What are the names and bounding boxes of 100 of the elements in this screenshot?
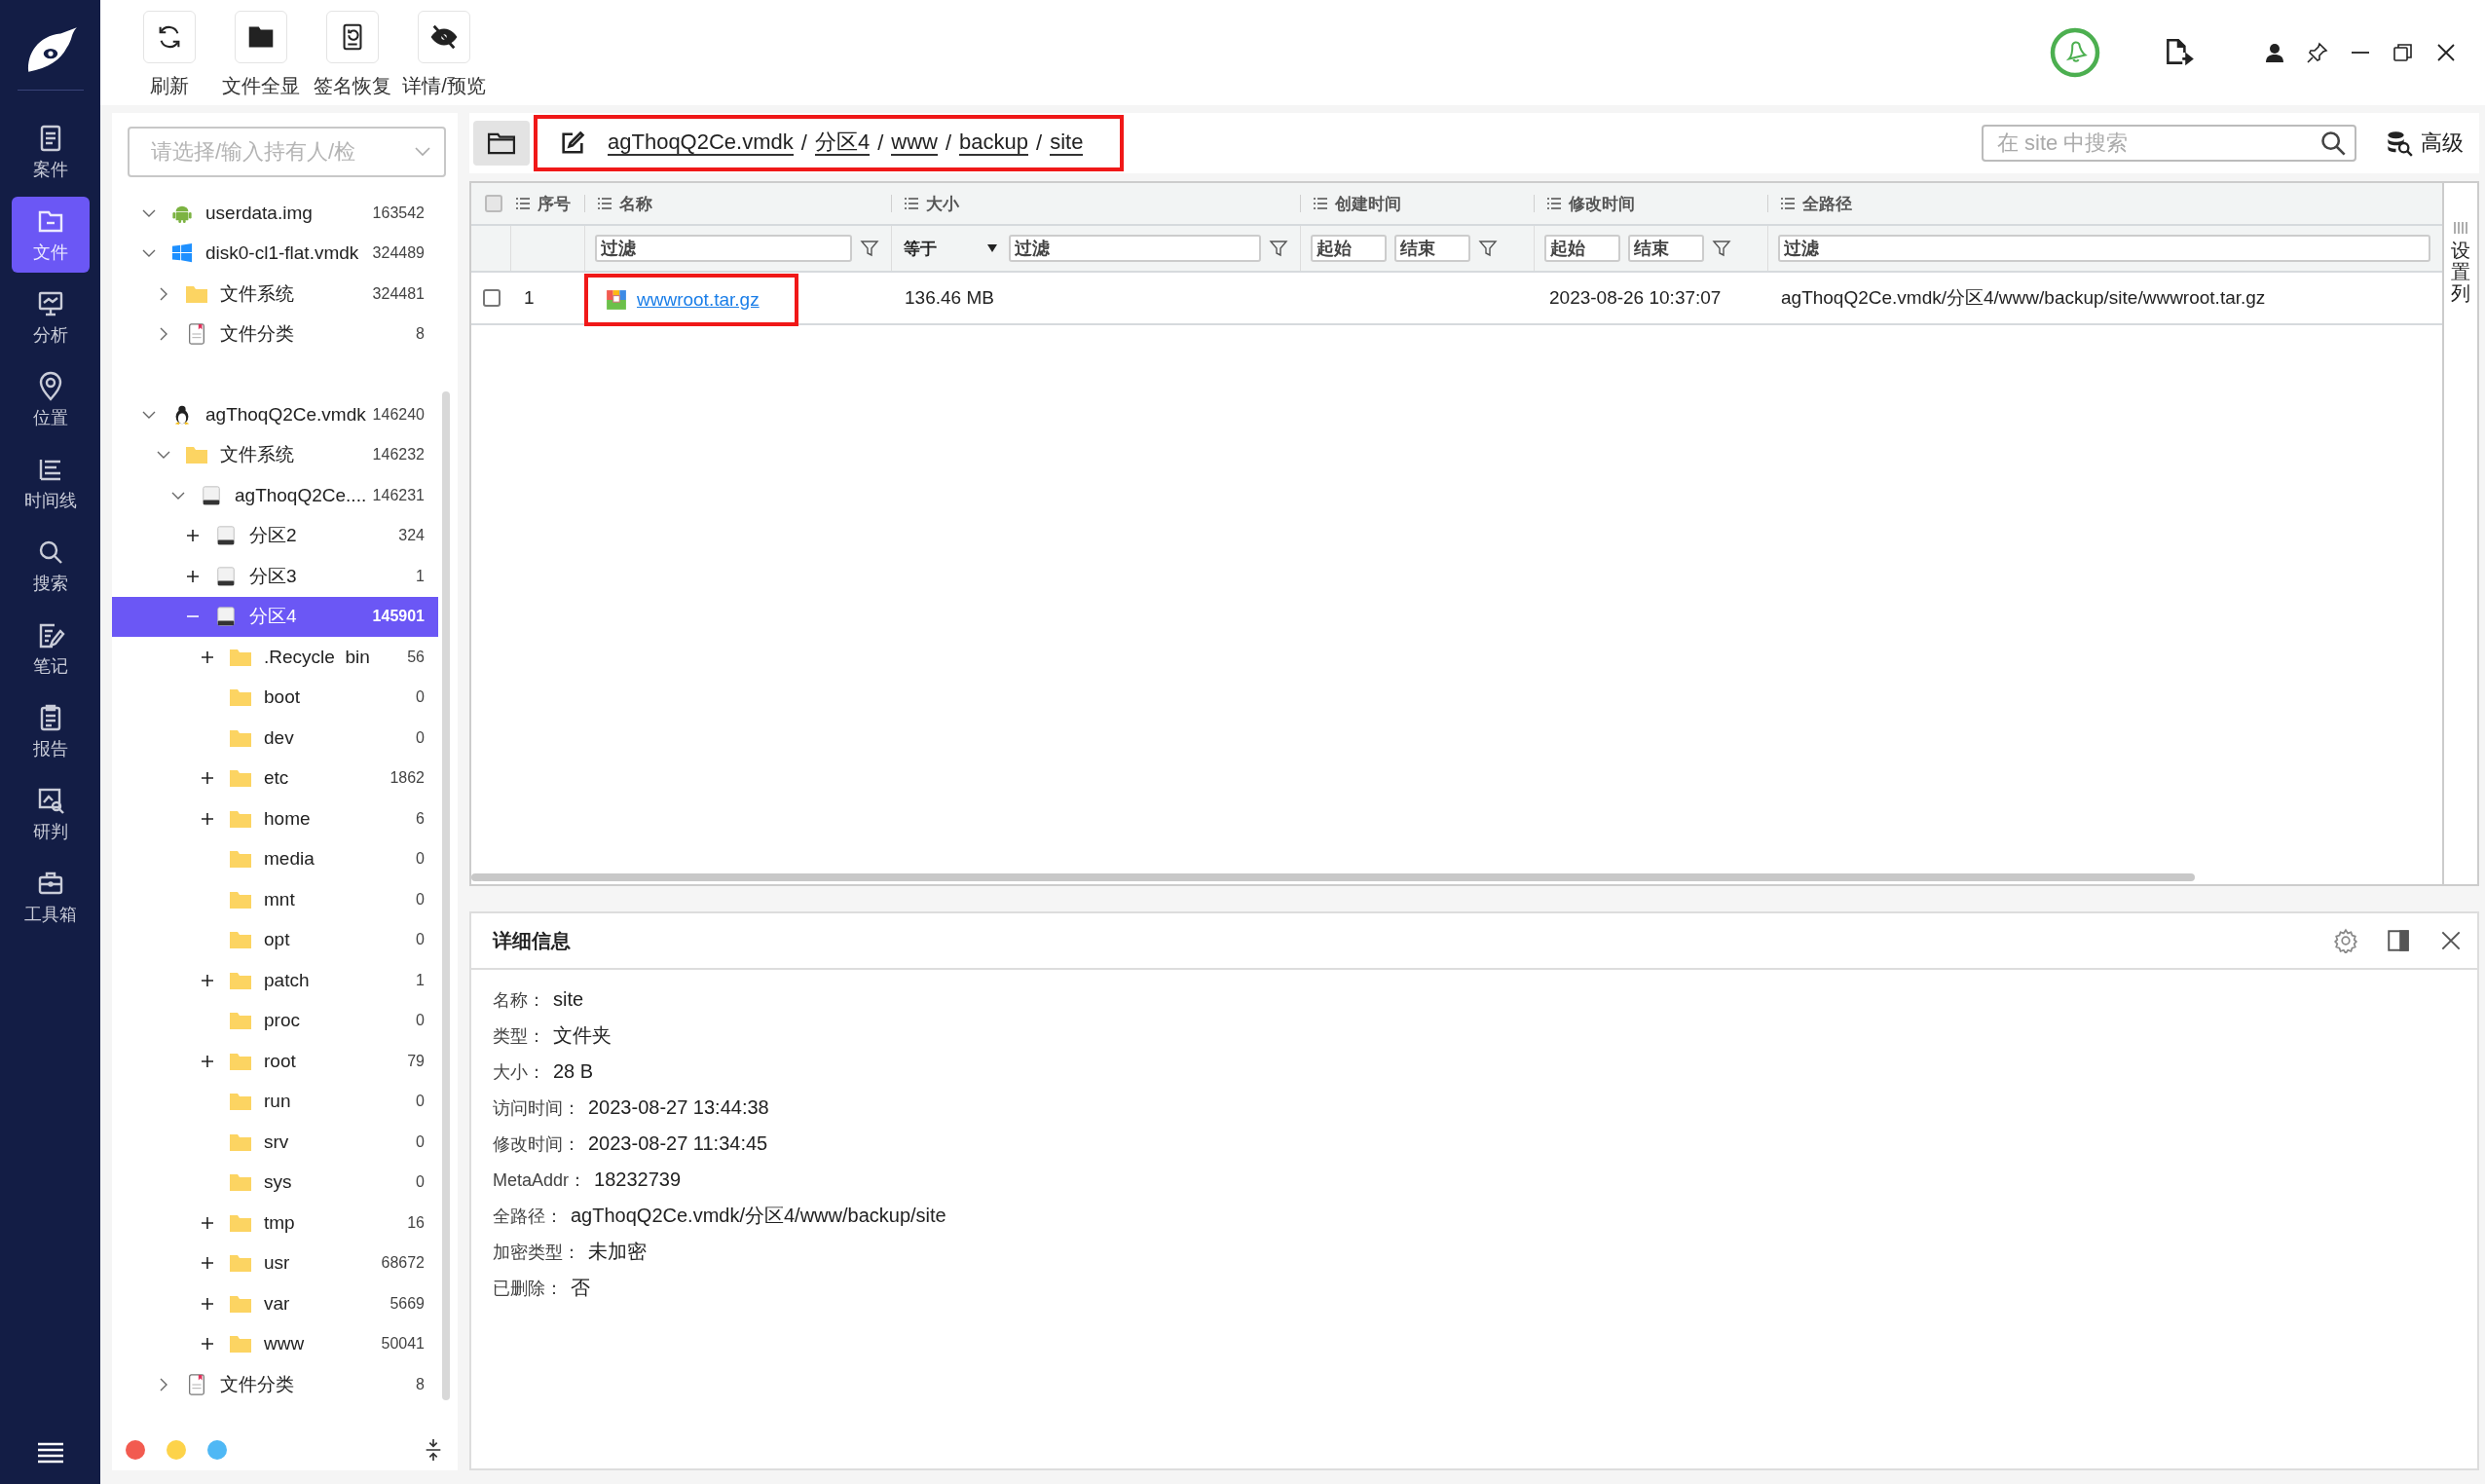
plus-icon[interactable] bbox=[200, 1295, 215, 1312]
tree-node[interactable]: patch 1 bbox=[112, 960, 438, 1001]
plus-icon[interactable] bbox=[200, 972, 215, 988]
tree-node[interactable]: www 50041 bbox=[112, 1323, 438, 1364]
tree-node[interactable]: dev 0 bbox=[112, 718, 438, 759]
nav-item[interactable]: 搜索 bbox=[11, 528, 90, 604]
search-field[interactable]: 在 site 中搜索 bbox=[1982, 125, 2356, 162]
tree-node[interactable]: srv 0 bbox=[112, 1122, 438, 1163]
filter-icon[interactable] bbox=[860, 239, 879, 258]
toolbar-button[interactable]: 刷新 bbox=[128, 0, 211, 99]
date-field[interactable]: 结束 bbox=[1394, 235, 1470, 262]
nav-item[interactable]: 案件 bbox=[11, 114, 90, 190]
breadcrumb-link[interactable]: backup bbox=[959, 130, 1028, 157]
plus-icon[interactable] bbox=[185, 528, 201, 544]
plus-icon[interactable] bbox=[185, 568, 201, 584]
settings-icon[interactable] bbox=[2333, 928, 2358, 953]
menu-icon[interactable] bbox=[35, 1441, 65, 1465]
tree-node[interactable]: home 6 bbox=[112, 798, 438, 839]
nav-item[interactable]: 位置 bbox=[11, 362, 90, 438]
tree-node[interactable]: 分区4 145901 bbox=[112, 596, 438, 637]
tree-node[interactable]: tmp 16 bbox=[112, 1203, 438, 1243]
tree-node[interactable]: userdata.img 163542 bbox=[112, 193, 438, 234]
operator-dropdown[interactable]: 等于 bbox=[902, 237, 1001, 260]
breadcrumb-link[interactable]: www bbox=[891, 130, 938, 157]
tree-node[interactable]: 文件系统 146232 bbox=[112, 434, 438, 475]
tree-node[interactable]: root 79 bbox=[112, 1041, 438, 1082]
edit-icon[interactable] bbox=[559, 130, 586, 157]
side-panel-icon[interactable] bbox=[2386, 928, 2411, 953]
toolbar-button[interactable]: 文件全显 bbox=[219, 0, 303, 99]
tree-node[interactable]: usr 68672 bbox=[112, 1243, 438, 1283]
plus-icon[interactable] bbox=[200, 649, 215, 665]
filter-icon[interactable] bbox=[1269, 239, 1288, 258]
scrollbar-thumb[interactable] bbox=[442, 391, 450, 1400]
date-field[interactable]: 结束 bbox=[1628, 235, 1704, 262]
toolbar-button[interactable]: 详情/预览 bbox=[402, 0, 486, 99]
pin-icon[interactable] bbox=[2306, 41, 2329, 64]
nav-item[interactable]: 报告 bbox=[11, 693, 90, 769]
tree-node[interactable]: .Recycle bin 56 bbox=[112, 637, 438, 678]
tree-node[interactable]: disk0-cl1-flat.vmdk 324489 bbox=[112, 233, 438, 274]
plus-icon[interactable] bbox=[200, 810, 215, 827]
column-header[interactable]: 全路径 bbox=[1767, 183, 2442, 224]
column-header[interactable]: 创建时间 bbox=[1300, 183, 1534, 224]
tree-node[interactable]: 文件分类 8 bbox=[112, 314, 438, 354]
nav-item[interactable]: 分析 bbox=[11, 279, 90, 355]
checkbox[interactable] bbox=[483, 289, 501, 307]
tree-node[interactable]: opt 0 bbox=[112, 919, 438, 960]
advanced-search-button[interactable]: 高级 bbox=[2380, 128, 2469, 159]
tag-dot[interactable] bbox=[207, 1440, 227, 1460]
search-icon[interactable] bbox=[2319, 130, 2347, 157]
column-settings-tab[interactable]: 设置列 bbox=[2442, 183, 2477, 884]
tree-node[interactable]: agThoqQ2Ce.... 146231 bbox=[112, 475, 438, 516]
user-icon[interactable] bbox=[2263, 41, 2286, 64]
breadcrumb-link[interactable]: agThoqQ2Ce.vmdk bbox=[608, 130, 794, 157]
plus-icon[interactable] bbox=[200, 1214, 215, 1231]
tree-node[interactable]: 分区2 324 bbox=[112, 515, 438, 556]
tree-node[interactable]: etc 1862 bbox=[112, 758, 438, 798]
column-header[interactable]: 名称 bbox=[584, 183, 891, 224]
breadcrumb-link[interactable]: site bbox=[1050, 130, 1084, 157]
filter-field[interactable]: 过滤 bbox=[1009, 235, 1261, 262]
drive-icon bbox=[214, 606, 238, 628]
filter-field[interactable]: 过滤 bbox=[595, 235, 852, 262]
tag-dot[interactable] bbox=[167, 1440, 186, 1460]
nav-item[interactable]: 文件 bbox=[11, 197, 90, 273]
column-header[interactable]: 修改时间 bbox=[1534, 183, 1767, 224]
date-field[interactable]: 起始 bbox=[1311, 235, 1387, 262]
bell-icon[interactable] bbox=[2050, 27, 2100, 78]
nav-item[interactable]: 时间线 bbox=[11, 445, 90, 521]
filter-icon[interactable] bbox=[1478, 239, 1498, 258]
checkbox[interactable] bbox=[485, 195, 502, 212]
tag-dot[interactable] bbox=[126, 1440, 145, 1460]
tree-node[interactable]: var 5669 bbox=[112, 1283, 438, 1324]
toolbar-button[interactable]: 签名恢复 bbox=[311, 0, 394, 99]
breadcrumb-link[interactable]: 分区4 bbox=[814, 130, 871, 157]
tree-node[interactable]: 分区3 1 bbox=[112, 556, 438, 597]
scrollbar-thumb[interactable] bbox=[471, 873, 2195, 881]
plus-icon[interactable] bbox=[200, 1255, 215, 1272]
file-link[interactable]: wwwroot.tar.gz bbox=[637, 289, 760, 311]
tree-node[interactable]: mnt 0 bbox=[112, 879, 438, 920]
table-row[interactable]: 1 wwwroot.tar.gz 136.46 MB 2023-08-26 10:37:07 agThoqQ2Ce.vmdk/分区4/www/backup/site/wwwroot.tar.gz bbox=[471, 273, 2442, 325]
plus-icon[interactable] bbox=[200, 1053, 215, 1069]
plus-icon[interactable] bbox=[200, 1336, 215, 1353]
tree-node[interactable]: proc 0 bbox=[112, 1000, 438, 1041]
nav-item[interactable]: 工具箱 bbox=[11, 859, 90, 935]
filter-field[interactable]: 过滤 bbox=[1778, 235, 2430, 262]
tree-node[interactable]: run 0 bbox=[112, 1081, 438, 1122]
column-header[interactable]: 序号 bbox=[510, 183, 584, 224]
restore-window-icon[interactable] bbox=[2392, 41, 2415, 64]
tree-node[interactable]: 文件分类 8 bbox=[112, 1364, 438, 1405]
nav-item[interactable]: 研判 bbox=[11, 776, 90, 852]
date-field[interactable]: 起始 bbox=[1544, 235, 1620, 262]
filter-icon[interactable] bbox=[1712, 239, 1731, 258]
nav-item[interactable]: 笔记 bbox=[11, 611, 90, 686]
plus-icon[interactable] bbox=[200, 770, 215, 787]
tree-node[interactable]: sys 0 bbox=[112, 1162, 438, 1203]
folder-button[interactable] bbox=[473, 121, 530, 166]
tree-node[interactable]: agThoqQ2Ce.vmdk 146240 bbox=[112, 394, 438, 435]
tree-node[interactable]: boot 0 bbox=[112, 677, 438, 718]
tree-node[interactable]: 文件系统 324481 bbox=[112, 274, 438, 315]
tree-node[interactable]: media 0 bbox=[112, 838, 438, 879]
column-header[interactable]: 大小 bbox=[891, 183, 1300, 224]
